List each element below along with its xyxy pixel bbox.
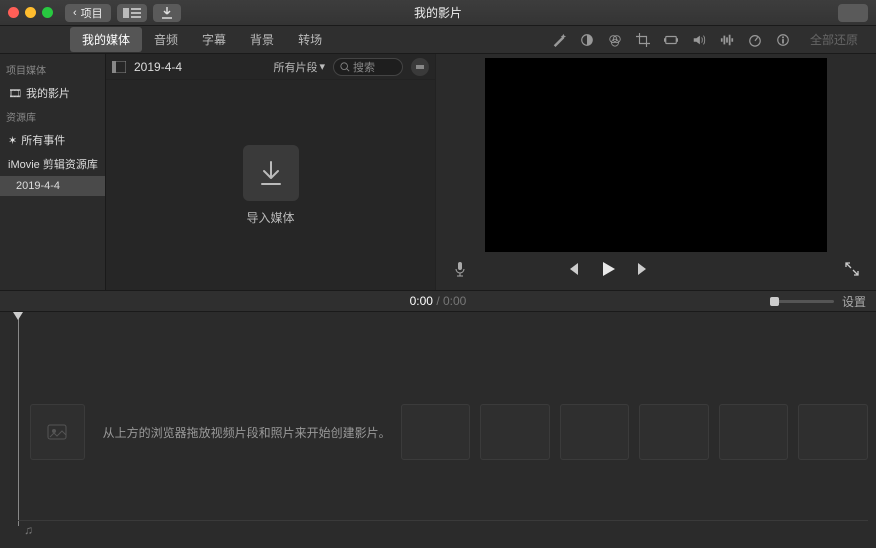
browser-event-name: 2019-4-4	[134, 60, 182, 74]
stabilization-icon[interactable]	[664, 33, 678, 47]
placeholder-clip-icon	[46, 421, 68, 443]
timeline-timecode: 0:00 / 0:00	[0, 294, 876, 308]
window-zoom-button[interactable]	[42, 7, 53, 18]
go-to-end-button[interactable]	[636, 261, 652, 277]
volume-icon[interactable]	[692, 33, 706, 47]
tab-my-media[interactable]: 我的媒体	[70, 27, 142, 52]
tab-backgrounds[interactable]: 背景	[238, 27, 286, 52]
window-minimize-button[interactable]	[25, 7, 36, 18]
tab-transitions[interactable]: 转场	[286, 27, 334, 52]
info-icon[interactable]	[776, 33, 790, 47]
sidebar-item-all-events[interactable]: ✶ 所有事件	[0, 128, 105, 152]
import-button[interactable]	[153, 4, 181, 22]
sidebar-item-event-date[interactable]: 2019-4-4	[0, 176, 105, 196]
timeline-placeholder-clip	[798, 404, 868, 460]
audio-track-row[interactable]: ♫	[18, 520, 868, 538]
search-input[interactable]: 搜索	[333, 58, 403, 76]
timeline-placeholder-clip	[401, 404, 471, 460]
timeline-placeholder-clip	[719, 404, 789, 460]
timeline-placeholder-clip	[639, 404, 709, 460]
music-note-icon: ♫	[24, 523, 33, 537]
sidebar-section-project-media: 项目媒体	[0, 58, 105, 81]
crop-icon[interactable]	[636, 33, 650, 47]
library-sidebar: 项目媒体 🎞 我的影片 资源库 ✶ 所有事件 iMovie 剪辑资源库 2019…	[0, 54, 106, 290]
reset-all-button[interactable]: 全部还原	[810, 31, 858, 48]
play-button[interactable]	[598, 259, 618, 279]
sidebar-collapse-icon[interactable]	[112, 61, 126, 73]
tab-titles[interactable]: 字幕	[190, 27, 238, 52]
enhance-wand-icon[interactable]	[552, 33, 566, 47]
download-arrow-icon	[256, 158, 286, 188]
noise-equalizer-icon[interactable]	[720, 33, 734, 47]
go-to-start-button[interactable]	[564, 261, 580, 277]
speed-icon[interactable]	[748, 33, 762, 47]
filmstrip-icon: 🎞	[8, 87, 22, 100]
playhead[interactable]	[18, 314, 19, 526]
clip-appearance-button[interactable]	[411, 58, 429, 76]
library-list-toggle[interactable]	[117, 4, 147, 22]
timeline-placeholder-clip	[480, 404, 550, 460]
chevron-down-icon: ▾	[319, 60, 325, 73]
back-to-projects-button[interactable]: ‹项目	[65, 4, 111, 22]
share-button[interactable]	[838, 4, 868, 22]
star-icon: ✶	[8, 134, 17, 147]
timeline-placeholder-clip	[560, 404, 630, 460]
tab-audio[interactable]: 音频	[142, 27, 190, 52]
preview-canvas	[485, 58, 827, 252]
window-close-button[interactable]	[8, 7, 19, 18]
sidebar-item-library[interactable]: iMovie 剪辑资源库	[0, 152, 105, 176]
sidebar-section-libraries: 资源库	[0, 105, 105, 128]
fullscreen-button[interactable]	[844, 261, 860, 277]
import-media-label: 导入媒体	[243, 209, 299, 226]
timeline-empty-hint: 从上方的浏览器拖放视频片段和照片来开始创建影片。	[103, 424, 391, 441]
import-media-drop-target[interactable]: 导入媒体	[243, 145, 299, 226]
color-correction-icon[interactable]	[608, 33, 622, 47]
back-label: 项目	[81, 5, 103, 21]
sidebar-item-my-movie[interactable]: 🎞 我的影片	[0, 81, 105, 105]
zoom-slider[interactable]	[770, 300, 834, 303]
voiceover-record-button[interactable]	[452, 261, 468, 277]
timeline-placeholder-clip	[30, 404, 85, 460]
timeline[interactable]: 从上方的浏览器拖放视频片段和照片来开始创建影片。 ♫	[0, 312, 876, 548]
clip-filter-dropdown[interactable]: 所有片段 ▾	[273, 59, 325, 75]
color-balance-icon[interactable]	[580, 33, 594, 47]
